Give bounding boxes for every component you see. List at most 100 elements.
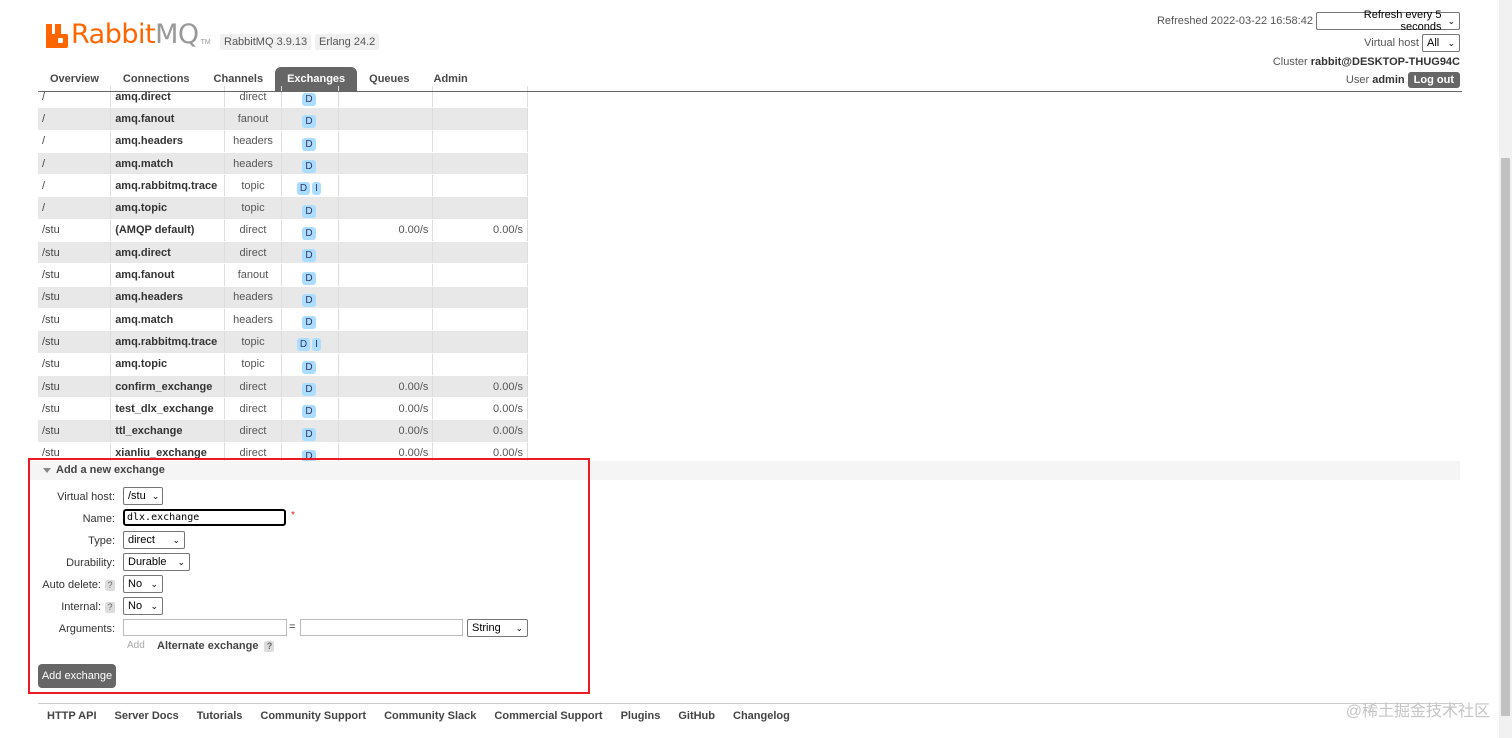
table-row[interactable]: /stu confirm_exchange direct D 0.00/s 0.00/s [38,375,528,399]
help-icon[interactable]: ? [264,641,275,652]
exchange-name-link[interactable]: amq.topic [110,196,226,220]
exchange-name-link[interactable]: test_dlx_exchange [110,397,226,421]
chevron-down-icon: ⌄ [515,622,523,633]
virtual-host-field-select[interactable]: /stu ⌄ [123,487,163,505]
exchange-name-link[interactable]: (AMQP default) [110,219,226,243]
argument-value-input[interactable] [300,619,463,636]
help-icon[interactable]: ? [105,580,115,591]
exchange-type-cell: direct [224,397,282,421]
add-exchange-button[interactable]: Add exchange [38,664,116,688]
footer-link-tutorials[interactable]: Tutorials [188,708,252,724]
table-row[interactable]: / amq.headers headers D [38,130,528,153]
footer-link-community-support[interactable]: Community Support [251,708,375,724]
exchange-name-link[interactable]: ttl_exchange [110,419,226,443]
exchange-rate-out-cell: 0.00/s [432,375,528,399]
footer-link-changelog[interactable]: Changelog [724,708,799,724]
exchange-vhost-cell: /stu [38,263,112,287]
exchange-name-link[interactable]: amq.match [110,152,226,176]
durability-select[interactable]: Durable ⌄ [123,553,190,571]
exchange-features-cell: D [281,308,339,332]
table-row[interactable]: /stu test_dlx_exchange direct D 0.00/s 0.00/s [38,397,528,421]
argument-key-input[interactable] [123,619,287,636]
table-row[interactable]: /stu amq.rabbitmq.trace topic D I [38,330,528,354]
virtual-host-field-label: Virtual host: [57,491,115,503]
add-argument-link[interactable]: Add [127,640,145,651]
table-row[interactable]: /stu amq.direct direct D [38,241,528,265]
exchange-rate-out-cell: 0.00/s [432,397,528,421]
exchange-name-link[interactable]: amq.fanout [110,263,226,287]
exchange-features-cell: D [281,107,339,131]
footer-link-commercial-support[interactable]: Commercial Support [485,708,611,724]
feature-badge: D [302,383,316,396]
table-row[interactable]: / amq.direct direct D [38,86,528,109]
exchange-name-link[interactable]: amq.rabbitmq.trace [110,174,226,198]
argument-type-select[interactable]: String ⌄ [467,619,528,637]
table-row[interactable]: /stu amq.topic topic D [38,353,528,376]
cluster-row: Cluster rabbit@DESKTOP-THUG94C [1273,56,1460,68]
exchange-rate-out-cell [432,86,528,109]
exchange-name-link[interactable]: amq.headers [110,130,226,153]
feature-badge: D [302,226,316,240]
exchange-vhost-cell: /stu [38,308,112,332]
exchange-rate-out-cell [432,130,528,153]
table-row[interactable]: / amq.topic topic D [38,196,528,220]
exchange-rate-in-cell [338,241,434,265]
add-exchange-toggle[interactable]: Add a new exchange [43,464,165,476]
page-scrollbar[interactable] [1499,0,1512,738]
chevron-down-icon: ⌄ [150,600,158,611]
exchange-name-input[interactable]: dlx.exchange [123,509,286,526]
feature-badge: D [302,249,316,263]
exchange-type-cell: fanout [224,107,282,131]
exchange-type-cell: direct [224,375,282,399]
table-row[interactable]: /stu (AMQP default) direct D 0.00/s 0.00/s [38,219,528,243]
exchange-rate-out-cell [432,330,528,354]
exchange-vhost-cell: / [38,196,112,220]
exchange-name-link[interactable]: amq.match [110,308,226,332]
footer-link-http-api[interactable]: HTTP API [38,708,106,724]
exchange-vhost-cell: /stu [38,241,112,265]
table-row[interactable]: / amq.fanout fanout D [38,107,528,131]
exchange-vhost-cell: /stu [38,286,112,309]
exchange-name-link[interactable]: confirm_exchange [110,375,226,399]
table-row[interactable]: / amq.rabbitmq.trace topic D I [38,174,528,198]
exchange-rate-in-cell: 0.00/s [338,375,434,399]
exchange-name-link[interactable]: amq.headers [110,286,226,309]
feature-badge: D [302,204,316,218]
footer-link-github[interactable]: GitHub [669,708,724,724]
exchange-type-select[interactable]: direct ⌄ [123,531,185,549]
feature-badge: D [296,182,311,196]
exchange-name-link[interactable]: amq.direct [110,86,226,109]
exchange-name-link[interactable]: amq.topic [110,353,226,376]
exchange-name-link[interactable]: amq.fanout [110,107,226,131]
rabbitmq-logo[interactable]: RabbitMQ TM [46,18,211,48]
footer-link-server-docs[interactable]: Server Docs [106,708,188,724]
exchange-type-cell: headers [224,308,282,332]
exchange-rate-in-cell [338,263,434,287]
help-icon[interactable]: ? [105,602,115,613]
exchange-name-link[interactable]: amq.direct [110,241,226,265]
table-row[interactable]: /stu amq.fanout fanout D [38,263,528,287]
user-label: User [1345,74,1370,86]
exchange-name-link[interactable]: amq.rabbitmq.trace [110,330,226,354]
exchange-rate-in-cell [338,330,434,354]
table-row[interactable]: / amq.match headers D [38,152,528,176]
scrollbar-thumb[interactable] [1501,158,1510,716]
alternate-exchange-link[interactable]: Alternate exchange? [157,640,275,652]
footer-link-plugins[interactable]: Plugins [612,708,670,724]
feature-badge: D [302,360,316,374]
refresh-interval-select[interactable]: Refresh every 5 seconds ⌄ [1316,9,1460,33]
table-row[interactable]: /stu amq.match headers D [38,308,528,332]
exchange-rate-out-cell [432,263,528,287]
exchange-vhost-cell: /stu [38,353,112,376]
table-row[interactable]: /stu amq.headers headers D [38,286,528,309]
auto-delete-select[interactable]: No ⌄ [123,575,163,593]
footer-link-community-slack[interactable]: Community Slack [375,708,485,724]
virtual-host-select[interactable]: All ⌄ [1422,34,1460,52]
exchange-rate-in-cell [338,308,434,332]
exchange-rate-out-cell [432,308,528,332]
logout-button[interactable]: Log out [1407,72,1460,88]
exchange-features-cell: D [281,375,339,399]
table-row[interactable]: /stu ttl_exchange direct D 0.00/s 0.00/s [38,419,528,443]
internal-select[interactable]: No ⌄ [123,597,163,615]
feature-badge: D [302,293,316,307]
